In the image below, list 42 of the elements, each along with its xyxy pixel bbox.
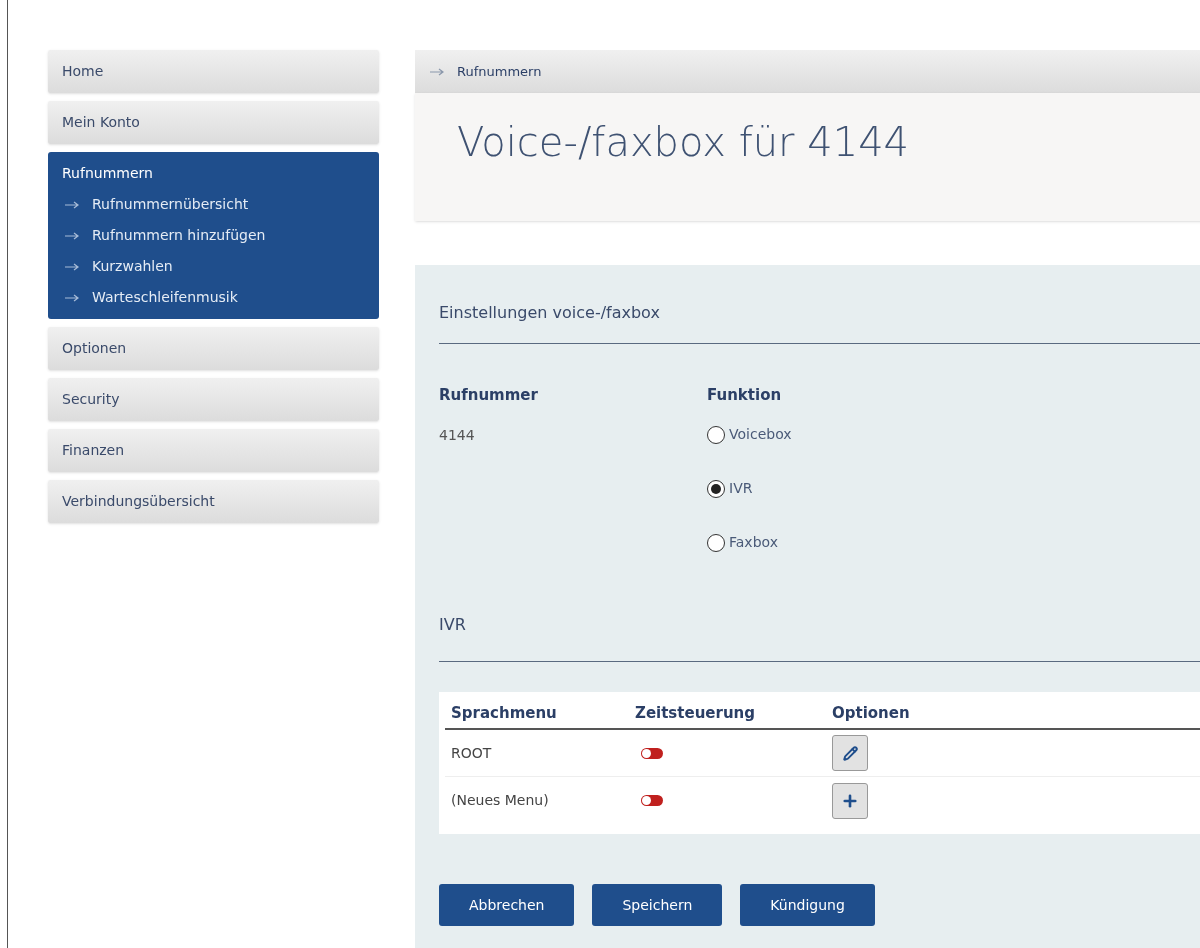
sidebar-item[interactable]: Finanzen (48, 429, 379, 472)
radio-button[interactable] (707, 479, 725, 498)
sidebar-subitem[interactable]: Rufnummernübersicht (92, 194, 249, 215)
radio-label: Faxbox (729, 533, 778, 552)
table-cell-text: ROOT (450, 743, 493, 763)
arrow-icon (64, 262, 80, 271)
radio-label: IVR (729, 479, 753, 498)
add-button[interactable] (832, 782, 868, 819)
section-heading: Einstellungen voice-/faxbox (439, 301, 1200, 344)
arrow-icon (64, 200, 80, 209)
edit-button[interactable] (832, 735, 868, 771)
action-button[interactable]: Kündigung (740, 884, 875, 926)
toggle-switch[interactable] (641, 747, 663, 759)
page-title: Voice-/faxbox für 4144 (457, 118, 910, 167)
arrow-icon (429, 67, 445, 76)
breadcrumb-link[interactable]: Rufnummern (457, 61, 542, 82)
arrow-icon (64, 293, 80, 302)
pencil-icon (842, 745, 858, 761)
radio-button[interactable] (707, 533, 725, 552)
arrow-icon (64, 231, 80, 240)
radio-label: Voicebox (729, 425, 792, 444)
sidebar-subitem[interactable]: Rufnummern hinzufügen (92, 225, 266, 246)
action-button[interactable]: Speichern (592, 884, 723, 926)
sidebar-subitem[interactable]: Warteschleifenmusik (92, 287, 238, 308)
action-button[interactable]: Abbrechen (439, 884, 575, 926)
column-header: Optionen (832, 702, 910, 724)
phone-number: 4144 (439, 425, 476, 445)
sidebar-item[interactable]: Verbindungsübersicht (48, 480, 379, 523)
toggle-switch[interactable] (641, 795, 663, 806)
section-heading: IVR (439, 612, 1200, 662)
radio-button[interactable] (707, 425, 725, 444)
column-header: Zeitsteuerung (635, 702, 756, 724)
sidebar-item[interactable]: Rufnummern (48, 158, 379, 189)
sidebar-item[interactable]: Mein Konto (48, 101, 379, 144)
sidebar-item[interactable]: Optionen (48, 327, 379, 370)
sidebar-subitem[interactable]: Kurzwahlen (92, 256, 173, 277)
column-label: Funktion (707, 385, 783, 406)
sidebar-item[interactable]: Home (48, 50, 379, 93)
sidebar-item[interactable]: Security (48, 378, 379, 421)
column-label: Rufnummer (439, 385, 539, 406)
column-header: Sprachmenu (450, 702, 558, 724)
table-cell-text: (Neues Menu) (450, 791, 550, 810)
